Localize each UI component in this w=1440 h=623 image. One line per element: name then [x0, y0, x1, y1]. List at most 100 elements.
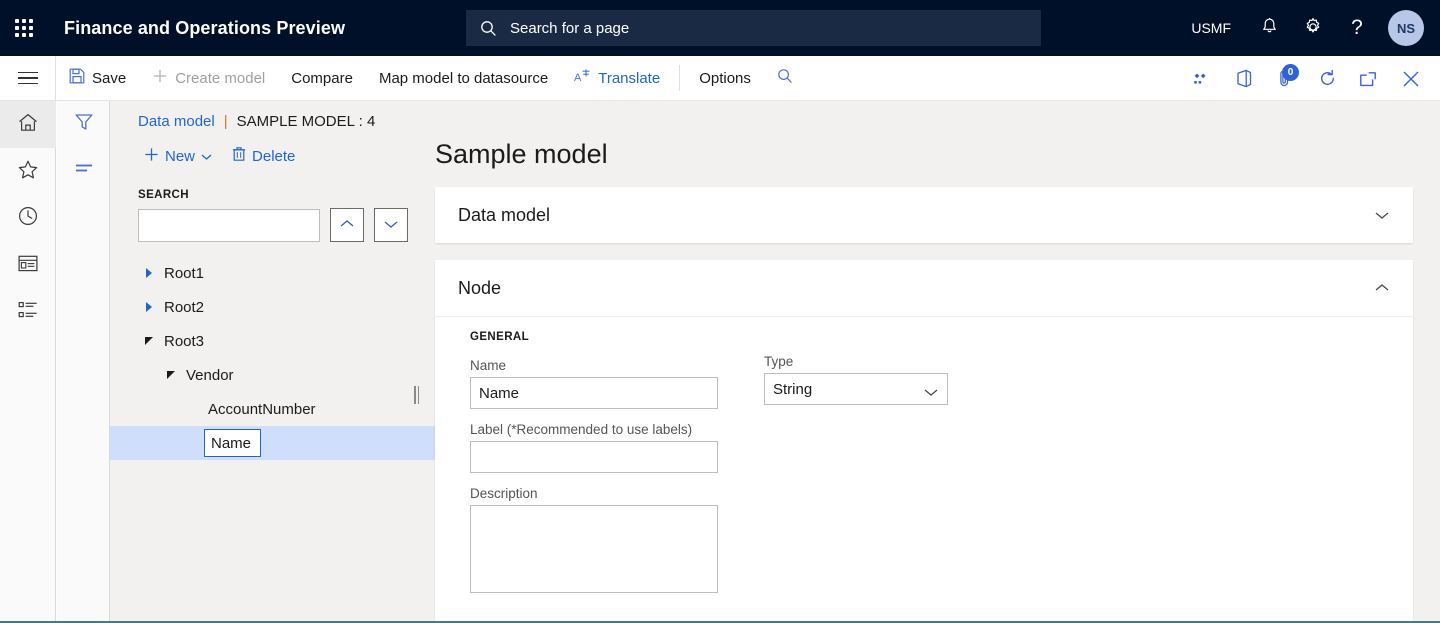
related-information-icon[interactable] — [1180, 56, 1222, 101]
command-bar-buttons: Save Create model Compare Map model to d… — [56, 56, 806, 101]
breadcrumb-divider: | — [223, 113, 228, 130]
tree-row[interactable]: Root3 — [110, 324, 435, 358]
navigation-menu-button[interactable] — [0, 55, 56, 101]
command-bar-right-icons: 0 — [1180, 56, 1432, 101]
tree-node-name-editor[interactable] — [204, 429, 261, 457]
type-field-group: Type String — [764, 354, 1012, 405]
search-section-label: SEARCH — [138, 189, 189, 201]
filter-button[interactable] — [57, 101, 110, 147]
primary-navigation-rail — [0, 101, 56, 621]
app-title: Finance and Operations Preview — [64, 17, 346, 38]
description-textarea[interactable] — [470, 505, 718, 593]
tree-row[interactable]: Root2 — [110, 290, 435, 324]
label-input[interactable] — [470, 441, 718, 473]
translate-button[interactable]: A Translate — [561, 56, 673, 101]
search-next-button[interactable] — [374, 208, 408, 242]
modules-list-icon — [17, 300, 39, 325]
node-section-card: Node GENERAL Name Label (*Recommended to… — [435, 260, 1413, 623]
rail-item-recent[interactable] — [0, 195, 56, 242]
command-search-button[interactable] — [764, 56, 806, 101]
search-icon — [777, 68, 793, 88]
settings-button[interactable] — [1291, 0, 1335, 56]
gear-icon — [1303, 17, 1323, 40]
compare-button[interactable]: Compare — [278, 56, 366, 101]
rail-item-modules[interactable] — [0, 289, 56, 336]
waffle-icon — [15, 19, 33, 37]
avatar[interactable]: NS — [1388, 10, 1424, 46]
bell-icon — [1261, 17, 1278, 39]
chevron-up-icon[interactable] — [1374, 280, 1390, 296]
name-field-group: Name — [470, 358, 718, 409]
compare-label: Compare — [291, 69, 353, 87]
secondary-filter-rail — [57, 101, 110, 621]
search-previous-button[interactable] — [330, 208, 364, 242]
new-label: New — [165, 147, 196, 165]
hamburger-icon — [17, 68, 38, 89]
attachments-icon[interactable]: 0 — [1264, 56, 1306, 101]
type-select-wrapper: String — [764, 373, 948, 405]
sort-button[interactable] — [57, 147, 110, 193]
tree-row[interactable] — [110, 426, 435, 460]
node-section-title: Node — [458, 277, 502, 298]
expand-collapse-toggle[interactable] — [160, 371, 182, 379]
tree-row[interactable]: AccountNumber — [110, 392, 435, 426]
expand-collapse-toggle[interactable] — [138, 268, 160, 278]
open-in-new-window-icon[interactable] — [1348, 56, 1390, 101]
label-field-label: Label (*Recommended to use labels) — [470, 422, 693, 437]
map-model-to-datasource-button[interactable]: Map model to datasource — [366, 56, 561, 101]
type-select[interactable]: String — [764, 373, 948, 405]
main-content-area: Sample model Data model Node GENERAL Nam… — [435, 101, 1440, 623]
node-form-left-column: GENERAL Name Label (*Recommended to use … — [458, 331, 718, 611]
app-launcher-button[interactable] — [0, 0, 48, 56]
create-model-button[interactable]: Create model — [139, 56, 278, 101]
rail-item-home[interactable] — [0, 101, 56, 148]
save-icon — [69, 68, 85, 88]
node-section-header[interactable]: Node — [435, 260, 1413, 316]
expand-collapse-toggle[interactable] — [138, 337, 160, 345]
options-button[interactable]: Options — [686, 56, 764, 101]
chevron-down-filled-icon — [167, 371, 175, 379]
tree-row[interactable]: Root1 — [110, 256, 435, 290]
page-title: Sample model — [435, 139, 608, 169]
chevron-down-filled-icon — [145, 337, 153, 345]
close-icon[interactable] — [1390, 56, 1432, 101]
create-model-label: Create model — [175, 69, 266, 87]
help-button[interactable]: ? — [1335, 0, 1379, 56]
expand-collapse-toggle[interactable] — [138, 302, 160, 312]
data-model-section-card: Data model — [435, 187, 1413, 243]
company-selector[interactable]: USMF — [1175, 0, 1247, 56]
notifications-button[interactable] — [1247, 0, 1291, 56]
office-icon[interactable] — [1222, 56, 1264, 101]
global-search-box[interactable]: Search for a page — [466, 10, 1041, 46]
tree-row[interactable]: Vendor — [110, 358, 435, 392]
node-section-body: GENERAL Name Label (*Recommended to use … — [435, 316, 1413, 623]
chevron-down-icon[interactable] — [1374, 207, 1390, 223]
node-form-right-column: Type String — [764, 331, 1012, 611]
new-button[interactable]: New — [136, 142, 220, 171]
tree-action-buttons: New Delete — [110, 130, 435, 171]
chevron-down-icon[interactable] — [923, 384, 939, 402]
svg-text:A: A — [574, 72, 582, 84]
tree-node-label: Root1 — [164, 264, 205, 282]
breadcrumb-link-data-model[interactable]: Data model — [138, 113, 215, 130]
type-field-label: Type — [764, 354, 794, 369]
panel-splitter-handle[interactable] — [414, 386, 419, 404]
refresh-icon[interactable] — [1306, 56, 1348, 101]
model-tree: Root1 Root2 Root3 Vendor AccountNumber — [110, 242, 435, 460]
name-input[interactable] — [470, 377, 718, 409]
data-model-section-header[interactable]: Data model — [435, 187, 1413, 243]
save-button[interactable]: Save — [56, 56, 139, 101]
search-icon — [480, 19, 502, 37]
chevron-down-icon — [201, 148, 212, 165]
options-label: Options — [699, 69, 751, 87]
attachment-count-badge: 0 — [1282, 64, 1299, 81]
tree-node-label: Vendor — [186, 366, 234, 384]
rail-item-favorites[interactable] — [0, 148, 56, 195]
plus-icon — [144, 147, 159, 166]
chevron-up-icon — [339, 216, 355, 234]
node-form: GENERAL Name Label (*Recommended to use … — [458, 331, 1390, 611]
rail-item-workspaces[interactable] — [0, 242, 56, 289]
delete-button[interactable]: Delete — [224, 141, 303, 171]
search-input[interactable] — [138, 208, 320, 242]
tree-node-label: Root3 — [164, 332, 205, 350]
